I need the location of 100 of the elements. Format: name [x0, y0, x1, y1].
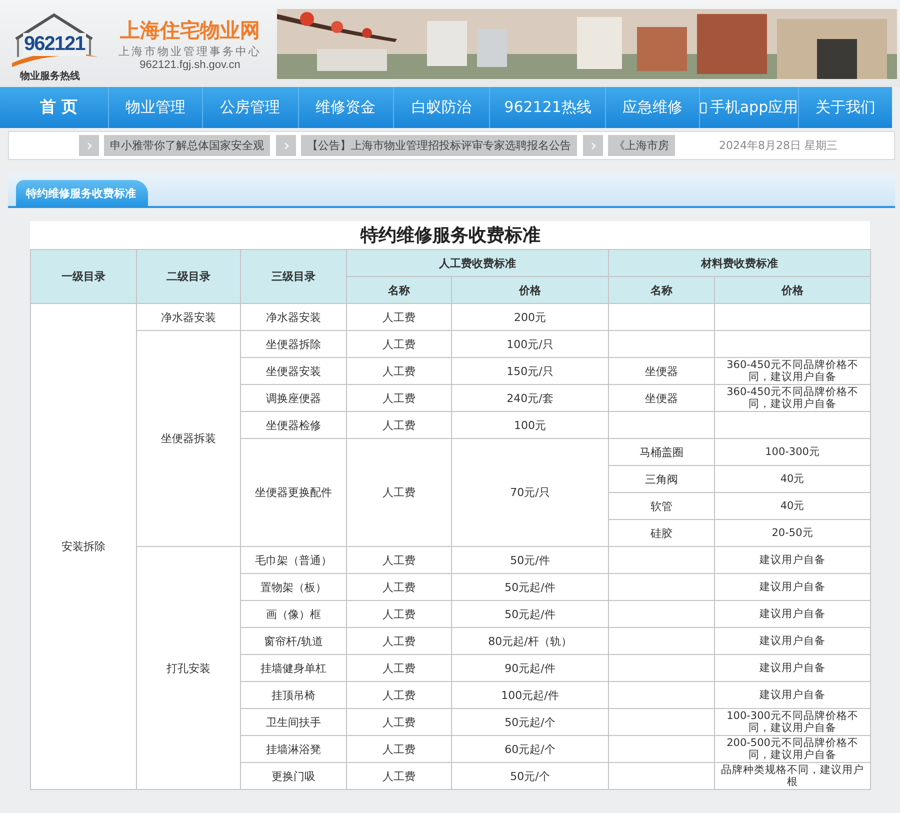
table-cell: 90元起/件 — [452, 654, 608, 682]
table-cell: 100元起/件 — [452, 682, 608, 708]
table-cell: 200-500元不同品牌价格不同，建议用户自备 — [714, 736, 871, 762]
table-cell: 60元起/个 — [452, 736, 608, 762]
table-cell: 人工费 — [346, 600, 452, 628]
news-link[interactable]: 《上海市房 — [608, 135, 675, 156]
nav-item[interactable]: 白蚁防治 — [394, 87, 490, 128]
table-cell: 马桶盖圈 — [608, 438, 714, 466]
table-cell: 置物架（板） — [240, 574, 346, 600]
column-header: 二级目录 — [136, 250, 240, 304]
table-cell: 坐便器 — [608, 384, 714, 412]
table-cell: 人工费 — [346, 708, 452, 736]
table-cell: 安装拆除 — [30, 304, 136, 790]
table-cell: 240元/套 — [452, 384, 608, 412]
column-group-header: 材料费收费标准 — [608, 250, 871, 276]
org-name: 上海市物业管理事务中心 — [118, 44, 262, 58]
table-cell: 360-450元不同品牌价格不同，建议用户自备 — [714, 384, 871, 412]
site-name: 上海住宅物业网 — [120, 16, 260, 44]
table-cell: 建议用户自备 — [714, 682, 871, 708]
table-cell: 坐便器拆装 — [136, 330, 240, 546]
section-tab[interactable]: 特约维修服务收费标准 — [16, 180, 148, 206]
table-cell: 建议用户自备 — [714, 600, 871, 628]
nav-item[interactable]: 关于我们 — [799, 87, 892, 128]
table-cell: 20-50元 — [714, 520, 871, 546]
table-cell: 70元/只 — [452, 438, 608, 546]
nav-item[interactable]: 物业管理 — [108, 87, 203, 128]
table-cell: 坐便器拆除 — [240, 330, 346, 358]
date-text: 2024年8月28日 星期三 — [719, 138, 838, 153]
nav-item[interactable]: 首 页 — [10, 87, 109, 128]
table-cell: 200元 — [452, 304, 608, 330]
domain: 962121.fgj.sh.gov.cn — [140, 58, 240, 70]
logo-caption: 物业服务热线 — [20, 70, 80, 82]
column-header: 名称 — [346, 276, 452, 304]
table-cell: 人工费 — [346, 736, 452, 762]
table-cell: 建议用户自备 — [714, 654, 871, 682]
table-cell: 100元 — [452, 412, 608, 438]
table-cell: 打孔安装 — [136, 546, 240, 790]
table-cell: 画（像）框 — [240, 600, 346, 628]
table-cell: 人工费 — [346, 330, 452, 358]
table-cell: 硅胶 — [608, 520, 714, 546]
table-cell: 人工费 — [346, 574, 452, 600]
table-cell: 人工费 — [346, 358, 452, 384]
news-link[interactable]: 【公告】上海市物业管理招投标评审专家选聘报名公告 — [301, 135, 577, 156]
table-cell: 人工费 — [346, 412, 452, 438]
column-header: 名称 — [608, 276, 714, 304]
table-cell: 建议用户自备 — [714, 628, 871, 654]
column-header: 价格 — [452, 276, 608, 304]
table-cell: 净水器安装 — [136, 304, 240, 330]
table-cell: 更换门吸 — [240, 762, 346, 790]
table-cell: 人工费 — [346, 654, 452, 682]
nav-item[interactable]: 962121热线 — [490, 87, 606, 128]
table-cell: 坐便器更换配件 — [240, 438, 346, 546]
chevron-icon — [583, 135, 603, 156]
table-cell: 坐便器 — [608, 358, 714, 384]
column-group-header: 人工费收费标准 — [346, 250, 608, 276]
table-cell: 软管 — [608, 492, 714, 520]
table-cell: 40元 — [714, 466, 871, 492]
table-cell: 人工费 — [346, 304, 452, 330]
nav-item[interactable]: 公房管理 — [202, 87, 299, 128]
table-cell: 坐便器检修 — [240, 412, 346, 438]
nav-item[interactable]: 维修资金 — [298, 87, 394, 128]
table-cell: 100元/只 — [452, 330, 608, 358]
table-cell: 100-300元 — [714, 438, 871, 466]
table-cell: 人工费 — [346, 762, 452, 790]
table-cell: 建议用户自备 — [714, 574, 871, 600]
table-cell: 80元起/杆（轨） — [452, 628, 608, 654]
table-cell: 人工费 — [346, 546, 452, 574]
table-cell: 150元/只 — [452, 358, 608, 384]
table-cell: 50元起/件 — [452, 574, 608, 600]
table-cell: 挂墙淋浴凳 — [240, 736, 346, 762]
nav-item[interactable]: 应急维修 — [606, 87, 700, 128]
nav-item[interactable]: 手机app应用 — [700, 87, 800, 128]
column-header: 三级目录 — [240, 250, 346, 304]
chevron-icon — [276, 135, 296, 156]
table-cell: 三角阀 — [608, 466, 714, 492]
table-cell: 人工费 — [346, 384, 452, 412]
table-cell: 100-300元不同品牌价格不同，建议用户自备 — [714, 708, 871, 736]
table-cell: 品牌种类规格不同，建议用户根 — [714, 762, 871, 790]
column-header: 价格 — [714, 276, 871, 304]
table-cell: 360-450元不同品牌价格不同，建议用户自备 — [714, 358, 871, 384]
table-cell: 50元/件 — [452, 546, 608, 574]
table-cell: 调换座便器 — [240, 384, 346, 412]
table-cell: 人工费 — [346, 628, 452, 654]
table-cell: 毛巾架（普通） — [240, 546, 346, 574]
column-header: 一级目录 — [30, 250, 136, 304]
table-cell: 40元 — [714, 492, 871, 520]
table-cell: 挂墙健身单杠 — [240, 654, 346, 682]
table-cell: 坐便器安装 — [240, 358, 346, 384]
table-cell: 窗帘杆/轨道 — [240, 628, 346, 654]
table-cell: 人工费 — [346, 682, 452, 708]
table-cell: 挂顶吊椅 — [240, 682, 346, 708]
table-cell: 建议用户自备 — [714, 546, 871, 574]
table-cell: 人工费 — [346, 438, 452, 546]
table-cell: 卫生间扶手 — [240, 708, 346, 736]
chevron-icon — [79, 135, 99, 156]
table-cell: 50元/个 — [452, 762, 608, 790]
table-cell: 50元起/个 — [452, 708, 608, 736]
table-cell: 50元起/件 — [452, 600, 608, 628]
logo-number: 962121 — [23, 32, 86, 56]
news-link[interactable]: 申小雅带你了解总体国家安全观 — [104, 135, 270, 156]
